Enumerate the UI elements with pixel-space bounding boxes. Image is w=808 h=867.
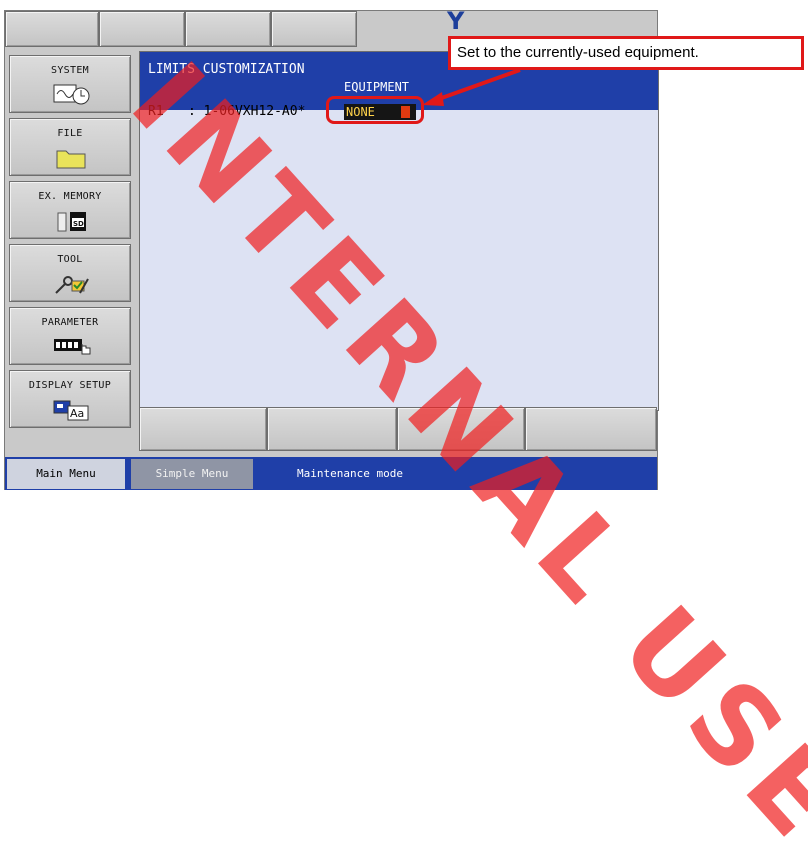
- sidebar-item-file[interactable]: FILE: [9, 118, 131, 176]
- function-key-4[interactable]: [525, 407, 657, 451]
- sidebar-item-label: PARAMETER: [41, 317, 99, 328]
- robot-model: : 1-06VXH12-A0*: [188, 104, 306, 119]
- sidebar-item-label: DISPLAY SETUP: [28, 380, 112, 391]
- equipment-column-header: EQUIPMENT: [344, 80, 410, 94]
- top-tab-4[interactable]: [271, 11, 357, 47]
- sidebar-item-tool[interactable]: TOOL: [9, 244, 131, 302]
- simple-menu-button[interactable]: Simple Menu: [131, 459, 253, 489]
- svg-text:SD: SD: [73, 220, 84, 228]
- function-key-2[interactable]: [267, 407, 397, 451]
- sidebar-item-parameter[interactable]: PARAMETER: [9, 307, 131, 365]
- sidebar-item-display-setup[interactable]: DISPLAY SETUP Aa: [9, 370, 131, 428]
- parameter-icon: [54, 339, 91, 355]
- highlight-box: [326, 96, 424, 124]
- folder-icon: [56, 150, 86, 169]
- sidebar-item-ex-memory[interactable]: EX. MEMORY SD: [9, 181, 131, 239]
- main-menu-button[interactable]: Main Menu: [7, 459, 125, 489]
- axis-label: R1: [148, 104, 164, 119]
- sidebar-item-label: TOOL: [57, 254, 83, 265]
- mode-indicator: Maintenance mode: [297, 467, 403, 480]
- callout-note: Set to the currently-used equipment.: [448, 36, 804, 70]
- sd-card-icon: SD: [57, 212, 86, 232]
- sidebar-item-label: FILE: [57, 128, 83, 139]
- system-clock-icon: [53, 84, 90, 105]
- sidebar-item-system[interactable]: SYSTEM: [9, 55, 131, 113]
- sidebar-item-label: SYSTEM: [51, 65, 89, 76]
- top-tab-3[interactable]: [185, 11, 271, 47]
- top-tab-1[interactable]: [5, 11, 99, 47]
- brand-logo: Y: [447, 7, 465, 35]
- status-bar: Main Menu Simple Menu Maintenance mode: [5, 457, 657, 490]
- sidebar-item-label: EX. MEMORY: [38, 191, 102, 202]
- page-title: LIMITS CUSTOMIZATION: [148, 62, 305, 77]
- pendant-screen: Y SYSTEM FILE EX. MEMORY SD TOOL PARAMET…: [4, 7, 659, 490]
- display-setup-icon: Aa: [53, 400, 89, 421]
- svg-text:Aa: Aa: [70, 407, 84, 420]
- function-key-1[interactable]: [139, 407, 267, 451]
- top-tab-2[interactable]: [99, 11, 185, 47]
- tool-icon: [55, 276, 89, 294]
- function-key-3[interactable]: [397, 407, 525, 451]
